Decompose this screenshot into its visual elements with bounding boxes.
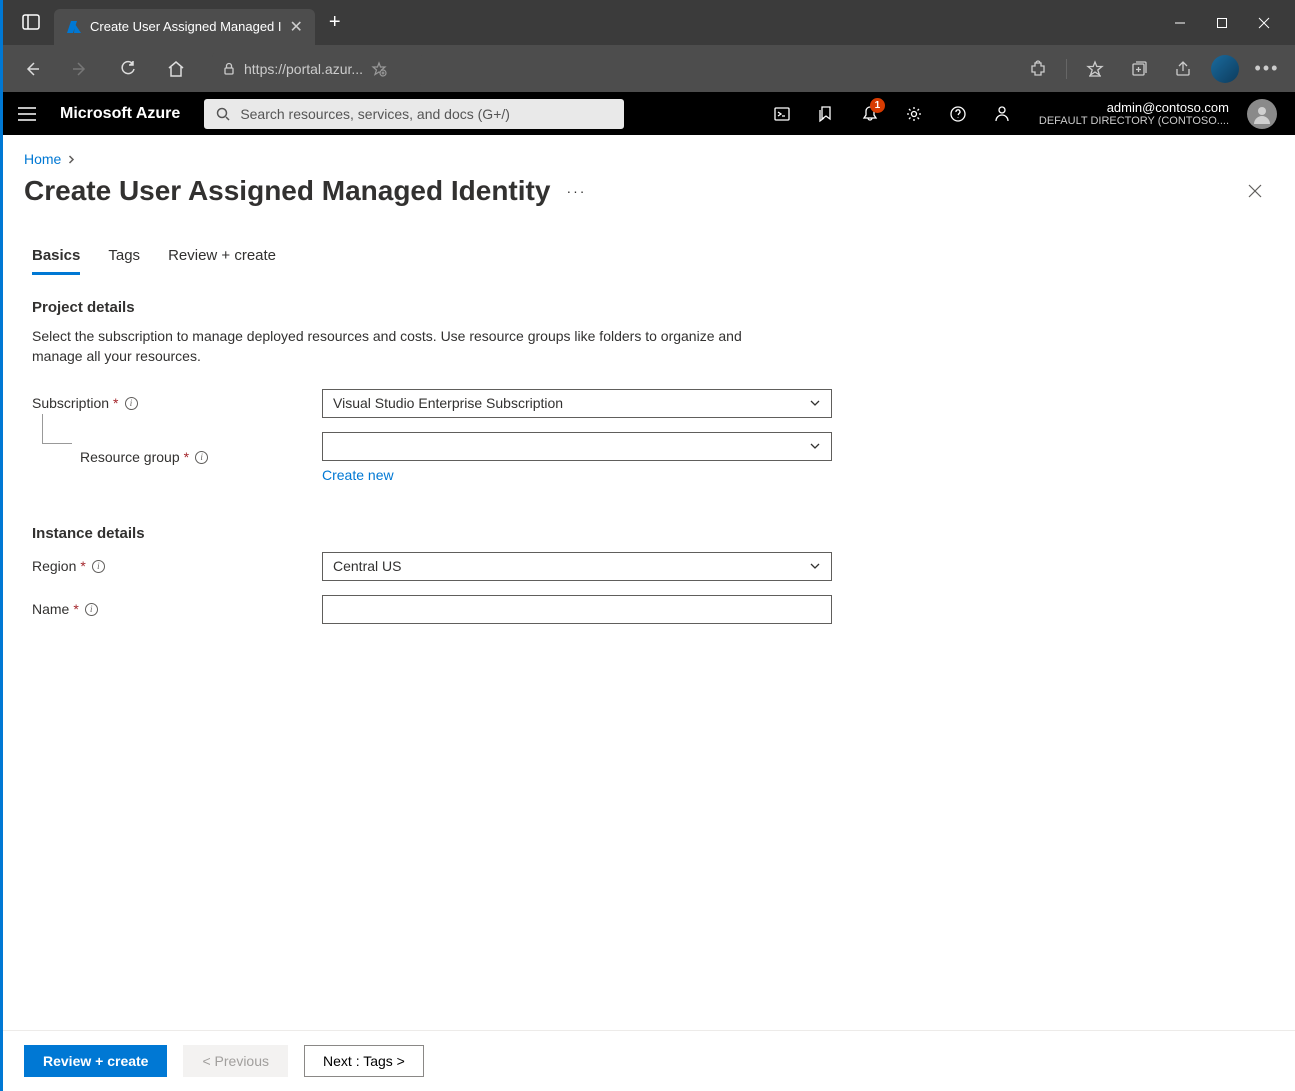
wizard-footer: Review + create < Previous Next : Tags > [0,1030,1295,1091]
chevron-right-icon [67,155,76,164]
region-dropdown[interactable]: Central US [322,552,832,581]
breadcrumb: Home [24,151,1271,167]
menu-icon[interactable] [18,107,36,121]
next-button[interactable]: Next : Tags > [304,1045,424,1077]
chevron-down-icon [809,440,821,452]
page-content: Home Create User Assigned Managed Identi… [0,135,1295,1030]
required-indicator: * [184,449,189,465]
window-close-button[interactable] [1258,17,1270,29]
region-label: Region [32,558,76,574]
profile-avatar[interactable] [1211,55,1239,83]
azure-favicon [66,19,82,35]
url-text: https://portal.azur... [244,61,363,77]
window-minimize-button[interactable] [1174,17,1186,29]
search-placeholder: Search resources, services, and docs (G+… [240,106,510,122]
more-icon[interactable]: ••• [1251,53,1283,85]
notification-badge: 1 [870,98,885,113]
more-actions-icon[interactable]: ··· [566,183,586,199]
instance-details-heading: Instance details [32,525,1271,542]
help-icon[interactable] [941,97,975,131]
info-icon[interactable]: i [125,397,138,410]
browser-titlebar: Create User Assigned Managed I ✕ + [0,0,1295,45]
lock-icon [222,62,236,76]
indent-connector [42,414,72,444]
refresh-button[interactable] [108,49,148,89]
favorites-icon[interactable] [1079,53,1111,85]
subscription-label: Subscription [32,395,109,411]
info-icon[interactable]: i [92,560,105,573]
name-label: Name [32,601,69,617]
chevron-down-icon [809,560,821,572]
region-value: Central US [333,558,401,574]
chevron-down-icon [809,397,821,409]
forward-button[interactable] [60,49,100,89]
tab-close-icon[interactable]: ✕ [290,17,303,37]
review-create-button[interactable]: Review + create [24,1045,167,1077]
previous-button: < Previous [183,1045,288,1077]
tab-basics[interactable]: Basics [32,247,80,275]
project-details-heading: Project details [32,299,1271,316]
directories-icon[interactable] [809,97,843,131]
collections-icon[interactable] [1123,53,1155,85]
create-new-link[interactable]: Create new [322,467,394,483]
search-icon [216,107,230,121]
new-tab-button[interactable]: + [329,11,341,34]
user-email: admin@contoso.com [1039,100,1229,115]
favorite-icon[interactable] [371,61,387,77]
required-indicator: * [73,601,78,617]
browser-toolbar: https://portal.azur... ••• [0,45,1295,92]
azure-top-bar: Microsoft Azure Search resources, servic… [0,92,1295,135]
info-icon[interactable]: i [85,603,98,616]
azure-brand[interactable]: Microsoft Azure [60,105,180,123]
notifications-icon[interactable]: 1 [853,97,887,131]
address-bar[interactable]: https://portal.azur... [212,53,422,85]
settings-icon[interactable] [897,97,931,131]
required-indicator: * [80,558,85,574]
search-input[interactable]: Search resources, services, and docs (G+… [204,99,624,129]
user-avatar[interactable] [1247,99,1277,129]
home-button[interactable] [156,49,196,89]
resource-group-dropdown[interactable] [322,432,832,461]
tab-review[interactable]: Review + create [168,247,276,275]
page-title: Create User Assigned Managed Identity [24,175,550,207]
share-icon[interactable] [1167,53,1199,85]
info-icon[interactable]: i [195,451,208,464]
name-input[interactable] [322,595,832,624]
cloud-shell-icon[interactable] [765,97,799,131]
feedback-icon[interactable] [985,97,1019,131]
back-button[interactable] [12,49,52,89]
window-maximize-button[interactable] [1216,17,1228,29]
subscription-dropdown[interactable]: Visual Studio Enterprise Subscription [322,389,832,418]
sidebar-toggle-icon[interactable] [22,13,42,33]
browser-tab[interactable]: Create User Assigned Managed I ✕ [54,9,315,45]
resource-group-label: Resource group [80,449,180,465]
tab-tags[interactable]: Tags [108,247,140,275]
subscription-value: Visual Studio Enterprise Subscription [333,395,563,411]
user-info[interactable]: admin@contoso.com DEFAULT DIRECTORY (CON… [1039,100,1229,127]
required-indicator: * [113,395,118,411]
breadcrumb-home[interactable]: Home [24,151,61,167]
tabs: Basics Tags Review + create [32,247,1271,275]
project-details-description: Select the subscription to manage deploy… [32,326,792,367]
tab-title: Create User Assigned Managed I [90,19,282,34]
close-blade-icon[interactable] [1247,183,1271,199]
extensions-icon[interactable] [1022,53,1054,85]
user-directory: DEFAULT DIRECTORY (CONTOSO.... [1039,115,1229,127]
